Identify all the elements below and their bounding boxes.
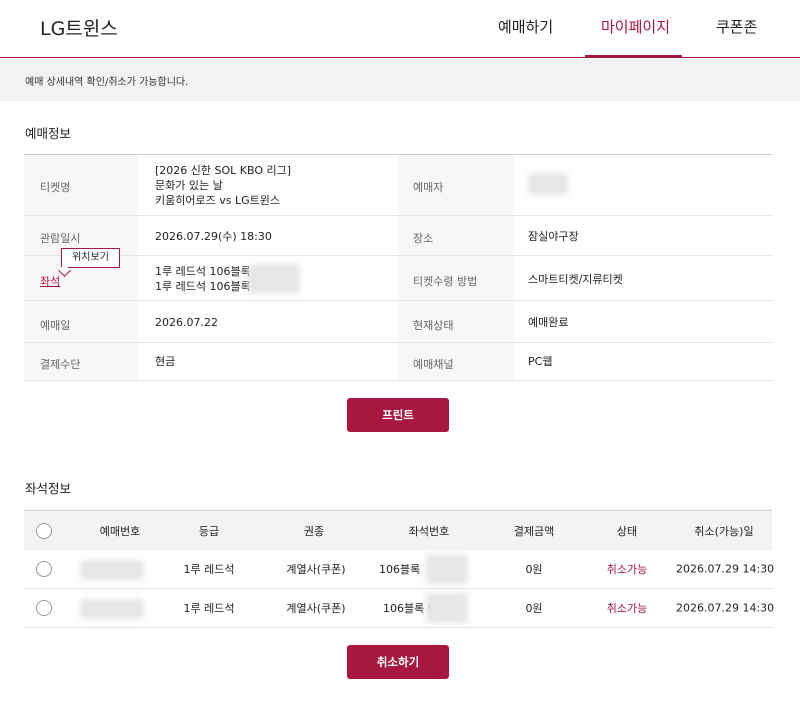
booker-label: 예매자: [413, 181, 444, 194]
row-grade: 1루 레드석: [183, 563, 235, 576]
status-label: 현재상태: [413, 319, 454, 332]
ticket-name-line-3: 키움히어로즈 vs LG트윈스: [155, 194, 280, 207]
nav-mypage[interactable]: 마이페이지: [601, 16, 670, 37]
info-row-seat: 좌석 위치보기 1루 레드석 106블록 1루 레드석 106블록 티켓수령 방…: [24, 248, 772, 301]
status-value: 예매완료: [528, 316, 569, 329]
channel-value: PC웹: [528, 355, 553, 368]
nav-active-indicator: [585, 55, 682, 58]
row-amount: 0원: [525, 602, 543, 615]
info-row-payment: 결제수단 현금 예매채널 PC웹: [24, 343, 772, 381]
row-status: 취소가능: [606, 602, 648, 615]
seat-no-redacted: [426, 554, 468, 584]
row-ticket-type: 계열사(쿠폰): [286, 602, 346, 615]
reservation-no-redacted: [80, 560, 144, 580]
info-row-ticket: 티켓명 [2026 신한 SOL KBO 리그] 문화가 있는 날 키움히어로즈…: [24, 155, 772, 216]
reserve-date-value: 2026.07.22: [155, 316, 218, 329]
nav-reserve[interactable]: 예매하기: [498, 16, 553, 37]
nav-coupon-zone[interactable]: 쿠폰존: [716, 16, 757, 37]
col-grade: 등급: [198, 524, 220, 538]
cancel-button[interactable]: 취소하기: [347, 645, 449, 679]
row-cancel-date: 2026.07.29 14:30: [676, 562, 775, 576]
col-reservation-no: 예매번호: [99, 524, 141, 538]
seat-line-2: 1루 레드석 106블록: [155, 280, 251, 293]
venue-value: 잠실야구장: [528, 230, 579, 243]
channel-label: 예매채널: [413, 358, 454, 371]
top-header: LG트윈스 예매하기 마이페이지 쿠폰존: [0, 0, 800, 58]
notice-bar: 예매 상세내역 확인/취소가 가능합니다.: [0, 59, 800, 101]
view-date-value: 2026.07.29(수) 18:30: [155, 230, 272, 243]
venue-label: 장소: [413, 232, 434, 245]
seat-table-header: 예매번호 등급 권종 좌석번호 결제금액 상태 취소(가능)일: [24, 510, 772, 550]
info-row-reserve-date: 예매일 2026.07.22 현재상태 예매완료: [24, 301, 772, 343]
col-cancel-date: 취소(가능)일: [694, 524, 754, 538]
booking-info-title: 예매정보: [25, 126, 72, 141]
col-ticket-type: 권종: [303, 524, 325, 538]
seat-row[interactable]: 1루 레드석 계열사(쿠폰) 106블록 0원 취소가능 2026.07.29 …: [24, 550, 775, 589]
seat-line-1: 1루 레드석 106블록: [155, 265, 251, 278]
print-button[interactable]: 프린트: [347, 398, 449, 432]
row-select-radio[interactable]: [36, 600, 52, 616]
col-status: 상태: [616, 524, 638, 538]
payment-label: 결제수단: [40, 358, 81, 371]
row-amount: 0원: [525, 563, 543, 576]
reserve-date-label: 예매일: [40, 319, 71, 332]
info-row-date: 관람일시 2026.07.29(수) 18:30 장소 잠실야구장: [24, 216, 772, 256]
logo[interactable]: LG트윈스: [40, 14, 118, 41]
row-status: 취소가능: [606, 563, 648, 576]
seat-location-tooltip[interactable]: 위치보기: [61, 248, 120, 268]
seat-no-redacted: [426, 593, 468, 623]
seat-info-title: 좌석정보: [25, 481, 72, 496]
seat-row[interactable]: 1루 레드석 계열사(쿠폰) 106블록 9 0원 취소가능 2026.07.2…: [24, 589, 775, 628]
col-seat-no: 좌석번호: [408, 524, 450, 538]
booker-value-redacted: [528, 173, 568, 195]
view-date-label: 관람일시: [40, 232, 81, 245]
seat-location-link[interactable]: 좌석: [40, 273, 60, 289]
row-select-radio[interactable]: [36, 561, 52, 577]
ticket-name-label: 티켓명: [40, 181, 71, 194]
select-all-radio[interactable]: [36, 522, 52, 539]
reservation-no-redacted: [80, 599, 144, 619]
receive-method-label: 티켓수령 방법: [413, 275, 478, 288]
payment-value: 현금: [155, 355, 176, 368]
row-cancel-date: 2026.07.29 14:30: [676, 601, 775, 615]
ticket-name-line-2: 문화가 있는 날: [155, 179, 223, 192]
ticket-name-line-1: [2026 신한 SOL KBO 리그]: [155, 164, 292, 177]
row-ticket-type: 계열사(쿠폰): [286, 563, 346, 576]
notice-text: 예매 상세내역 확인/취소가 가능합니다.: [25, 77, 189, 88]
booking-info-table: 티켓명 [2026 신한 SOL KBO 리그] 문화가 있는 날 키움히어로즈…: [24, 154, 772, 381]
col-amount: 결제금액: [513, 524, 555, 538]
receive-method-value: 스마트티켓/지류티켓: [528, 273, 623, 286]
seat-number-redacted: [248, 264, 300, 294]
row-grade: 1루 레드석: [183, 602, 235, 615]
